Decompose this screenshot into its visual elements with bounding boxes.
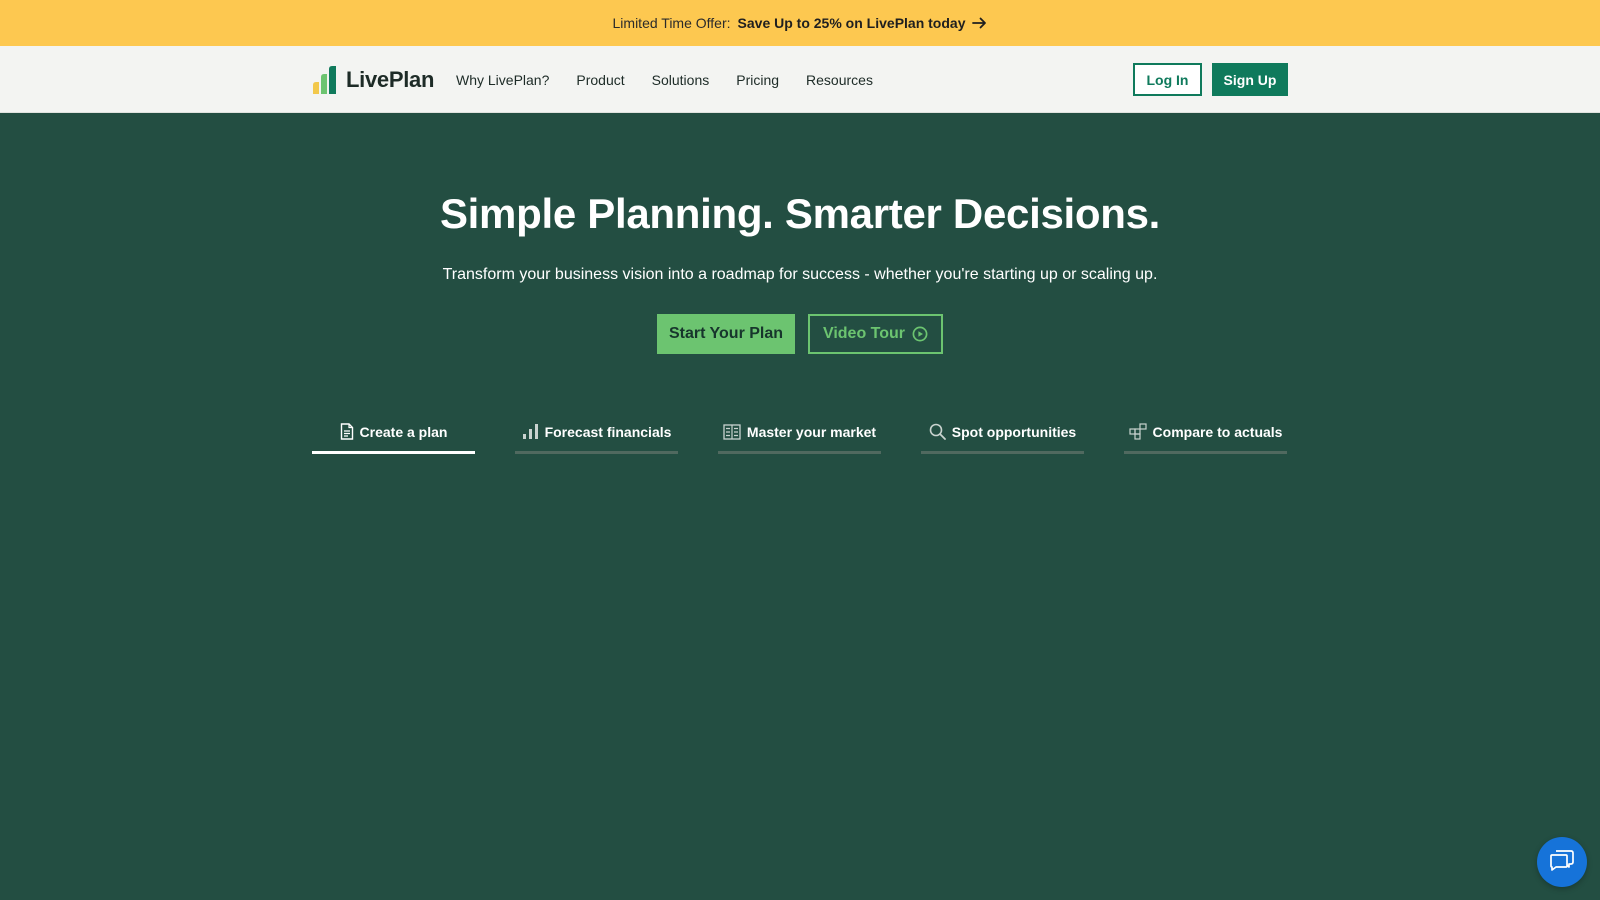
chat-icon [1549,848,1575,877]
bar-chart-icon [522,423,539,440]
tab-forecast-financials[interactable]: Forecast financials [515,412,678,454]
promo-lead: Limited Time Offer: [612,15,731,31]
tab-label: Spot opportunities [951,423,1077,440]
hero-title: Simple Planning. Smarter Decisions. [439,190,1161,237]
document-icon [340,423,354,440]
promo-link[interactable]: Save Up to 25% on LivePlan today [738,15,988,31]
logo-wordmark: LivePlan [346,67,435,92]
tab-create-a-plan[interactable]: Create a plan [312,412,475,454]
logo-mark-icon [313,66,336,94]
start-plan-button[interactable]: Start Your Plan [657,314,795,354]
signup-button[interactable]: Sign Up [1212,63,1288,96]
tab-compare-to-actuals[interactable]: Compare to actuals [1124,412,1287,454]
nav-item-pricing[interactable]: Pricing [736,72,779,88]
tab-master-your-market[interactable]: Master your market [718,412,881,454]
arrow-right-icon [972,17,987,29]
feature-tabs: Create a plan Forecast financials Master… [312,412,1288,454]
chat-widget-button[interactable] [1537,837,1587,887]
nav-menu: Why LivePlan? Product Solutions Pricing … [456,46,900,113]
login-button[interactable]: Log In [1133,63,1202,96]
logo[interactable]: LivePlan [312,64,434,96]
building-icon [723,423,741,440]
tab-label: Compare to actuals [1152,423,1283,440]
tab-label: Create a plan [359,423,448,440]
nav-item-resources[interactable]: Resources [806,72,873,88]
tab-spot-opportunities[interactable]: Spot opportunities [921,412,1084,454]
hero-subtitle: Transform your business vision into a ro… [442,266,1158,283]
promo-banner: Limited Time Offer: Save Up to 25% on Li… [0,0,1600,46]
search-icon [929,423,946,440]
nav-item-product[interactable]: Product [576,72,624,88]
tab-label: Forecast financials [544,423,672,440]
promo-link-label: Save Up to 25% on LivePlan today [737,15,966,31]
nav-item-solutions[interactable]: Solutions [652,72,710,88]
video-tour-label: Video Tour [822,325,906,342]
compare-grid-icon [1128,423,1147,440]
video-tour-button[interactable]: Video Tour [808,314,943,354]
main-nav: LivePlan Why LivePlan? Product Solutions… [0,46,1600,113]
tab-label: Master your market [746,423,877,440]
nav-item-why-liveplan[interactable]: Why LivePlan? [456,72,549,88]
play-circle-icon [912,326,928,342]
